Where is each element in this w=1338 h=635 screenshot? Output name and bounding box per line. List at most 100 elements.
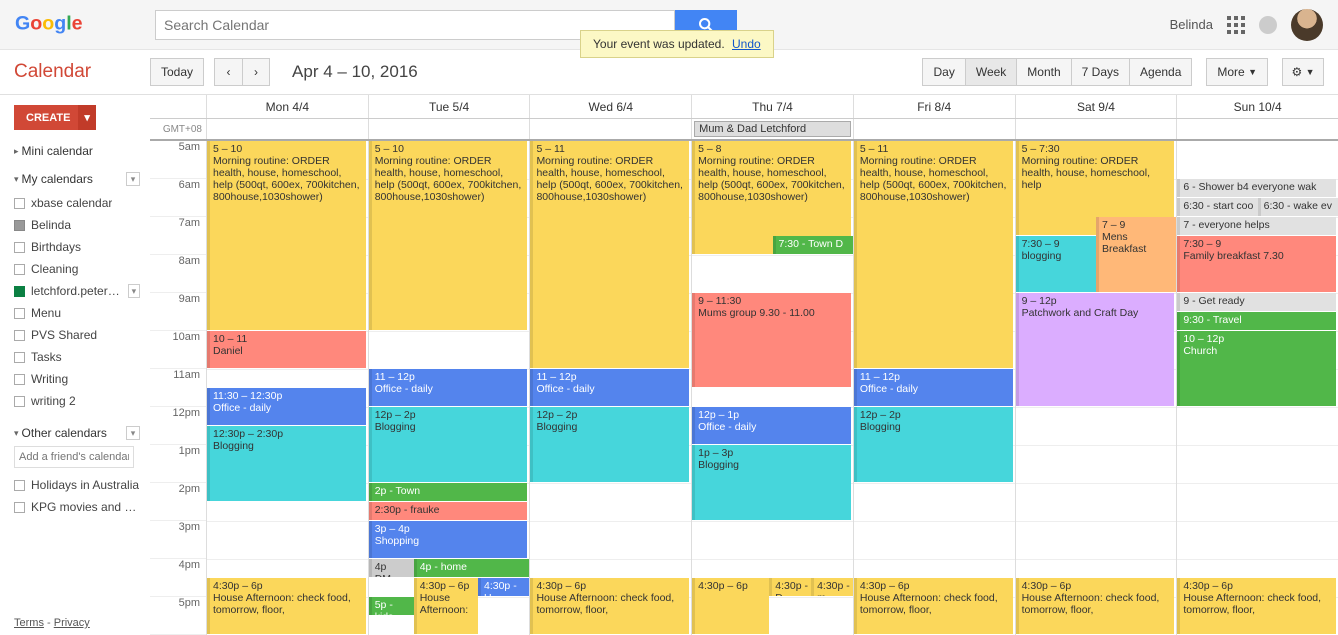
- calendar-event[interactable]: 4:30p – 6pHouse Afternoon: check food, t…: [530, 578, 689, 634]
- calendar-event[interactable]: 11 – 12pOffice - daily: [530, 369, 689, 406]
- today-button[interactable]: Today: [150, 58, 204, 86]
- day-cell[interactable]: 5 – 11Morning routine: ORDER health, hou…: [529, 141, 691, 635]
- calendar-event[interactable]: 4p - home: [414, 559, 530, 577]
- calendar-event[interactable]: 12p – 2pBlogging: [369, 407, 528, 482]
- view-month[interactable]: Month: [1016, 58, 1070, 86]
- calendar-event[interactable]: 2p - Town: [369, 483, 528, 501]
- calendar-checkbox[interactable]: [14, 480, 25, 491]
- calendar-event[interactable]: 7:30 - Town D: [773, 236, 853, 254]
- calendar-event[interactable]: 11:30 – 12:30pOffice - daily: [207, 388, 366, 425]
- calendar-event[interactable]: 5p - kids: [369, 597, 414, 615]
- view-agenda[interactable]: Agenda: [1129, 58, 1192, 86]
- calendar-event[interactable]: 9 – 12pPatchwork and Craft Day: [1016, 293, 1175, 406]
- day-cell[interactable]: 5 – 7:30Morning routine: ORDER health, h…: [1015, 141, 1177, 635]
- allday-cell[interactable]: [529, 119, 691, 139]
- allday-cell[interactable]: [206, 119, 368, 139]
- next-button[interactable]: ›: [242, 58, 270, 86]
- day-cell[interactable]: 5 – 11Morning routine: ORDER health, hou…: [853, 141, 1015, 635]
- day-header[interactable]: Fri 8/4: [853, 95, 1015, 118]
- calendar-event[interactable]: 7 - everyone helps: [1177, 217, 1336, 235]
- day-header[interactable]: Thu 7/4: [691, 95, 853, 118]
- calendar-event[interactable]: 4:30p – 6pHouse Afternoon: check food, t…: [1177, 578, 1336, 634]
- allday-cell[interactable]: [853, 119, 1015, 139]
- settings-button[interactable]: ⚙ ▼: [1282, 58, 1324, 86]
- calendar-event[interactable]: 1p – 3pBlogging: [692, 445, 851, 520]
- calendar-item[interactable]: writing 2: [14, 390, 140, 412]
- calendar-event[interactable]: 7:30 – 9Family breakfast 7.30: [1177, 236, 1336, 292]
- calendar-event[interactable]: 2:30p - frauke: [369, 502, 528, 520]
- allday-cell[interactable]: [1015, 119, 1177, 139]
- day-header[interactable]: Mon 4/4: [206, 95, 368, 118]
- more-button[interactable]: More ▼: [1206, 58, 1268, 86]
- create-button[interactable]: CREATE▾: [14, 105, 96, 130]
- terms-link[interactable]: Terms: [14, 617, 44, 629]
- calendar-event[interactable]: 4:30p - D: [769, 578, 811, 596]
- other-calendars-toggle[interactable]: ▾Other calendars▾: [14, 426, 140, 440]
- dropdown-icon[interactable]: ▾: [126, 172, 140, 186]
- my-calendars-toggle[interactable]: ▾My calendars▾: [14, 172, 140, 186]
- calendar-event[interactable]: 3p – 4pShopping: [369, 521, 528, 558]
- calendar-event[interactable]: 4:30p - U: [478, 578, 529, 596]
- dropdown-icon[interactable]: ▾: [128, 284, 140, 298]
- calendar-checkbox[interactable]: [14, 374, 25, 385]
- calendar-checkbox[interactable]: [14, 330, 25, 341]
- day-header[interactable]: Wed 6/4: [529, 95, 691, 118]
- calendar-item[interactable]: Writing: [14, 368, 140, 390]
- calendar-event[interactable]: 5 – 11Morning routine: ORDER health, hou…: [854, 141, 1013, 368]
- dropdown-icon[interactable]: ▾: [126, 426, 140, 440]
- day-header[interactable]: Sat 9/4: [1015, 95, 1177, 118]
- calendar-event[interactable]: 6:30 - start coo: [1177, 198, 1257, 216]
- calendar-event[interactable]: 7:30 – 9blogging: [1016, 236, 1096, 292]
- avatar[interactable]: [1291, 9, 1323, 41]
- undo-link[interactable]: Undo: [732, 37, 761, 51]
- calendar-checkbox[interactable]: [14, 396, 25, 407]
- apps-icon[interactable]: [1227, 16, 1245, 34]
- google-logo[interactable]: Google: [15, 10, 107, 40]
- calendar-checkbox[interactable]: [14, 198, 25, 209]
- calendar-event[interactable]: 4:30p – 6pHouse Afternoon:: [414, 578, 478, 634]
- view-week[interactable]: Week: [965, 58, 1016, 86]
- notifications-icon[interactable]: [1259, 16, 1277, 34]
- calendar-event[interactable]: 12p – 1pOffice - daily: [692, 407, 851, 444]
- calendar-item[interactable]: xbase calendar: [14, 192, 140, 214]
- calendar-item[interactable]: KPG movies and events: [14, 496, 140, 518]
- allday-cell[interactable]: [1176, 119, 1338, 139]
- add-friend-input[interactable]: [14, 446, 134, 468]
- calendar-event[interactable]: 11 – 12pOffice - daily: [854, 369, 1013, 406]
- calendar-event[interactable]: 4:30p – 6pHouse Afternoon: check food, t…: [1016, 578, 1175, 634]
- day-header[interactable]: Tue 5/4: [368, 95, 530, 118]
- calendar-event[interactable]: 5 – 10Morning routine: ORDER health, hou…: [207, 141, 366, 330]
- day-cell[interactable]: 5 – 8Morning routine: ORDER health, hous…: [691, 141, 853, 635]
- calendar-event[interactable]: 4pDM Dinner: [369, 559, 414, 577]
- calendar-checkbox[interactable]: [14, 352, 25, 363]
- calendar-checkbox[interactable]: [14, 502, 25, 513]
- calendar-event[interactable]: 4:30p – 6pHouse Afternoon: check food, t…: [207, 578, 366, 634]
- prev-button[interactable]: ‹: [214, 58, 242, 86]
- day-cell[interactable]: 6 - Shower b4 everyone wak6:30 - start c…: [1176, 141, 1338, 635]
- calendar-event[interactable]: 10 – 11Daniel: [207, 331, 366, 368]
- calendar-event[interactable]: 11 – 12pOffice - daily: [369, 369, 528, 406]
- calendar-event[interactable]: 12p – 2pBlogging: [854, 407, 1013, 482]
- calendar-item[interactable]: Tasks: [14, 346, 140, 368]
- calendar-checkbox[interactable]: [14, 286, 25, 297]
- calendar-event[interactable]: 9:30 - Travel: [1177, 312, 1336, 330]
- calendar-event[interactable]: 12p – 2pBlogging: [530, 407, 689, 482]
- day-cell[interactable]: 5 – 10Morning routine: ORDER health, hou…: [206, 141, 368, 635]
- calendar-event[interactable]: 12:30p – 2:30pBlogging: [207, 426, 366, 501]
- calendar-event[interactable]: 9 – 11:30Mums group 9.30 - 11.00: [692, 293, 851, 387]
- calendar-event[interactable]: 6 - Shower b4 everyone wak: [1177, 179, 1336, 197]
- calendar-item[interactable]: letchford.peter@gma▾: [14, 280, 140, 302]
- view-7-days[interactable]: 7 Days: [1071, 58, 1129, 86]
- calendar-event[interactable]: 4:30p – 6p: [692, 578, 769, 634]
- day-header[interactable]: Sun 10/4: [1176, 95, 1338, 118]
- calendar-event[interactable]: 9 - Get ready: [1177, 293, 1336, 311]
- calendar-item[interactable]: Holidays in Australia: [14, 474, 140, 496]
- calendar-item[interactable]: Belinda: [14, 214, 140, 236]
- calendar-event[interactable]: 10 – 12pChurch: [1177, 331, 1336, 406]
- calendar-event[interactable]: 5 – 10Morning routine: ORDER health, hou…: [369, 141, 528, 330]
- calendar-item[interactable]: Birthdays: [14, 236, 140, 258]
- calendar-event[interactable]: 7 – 9Mens Breakfast: [1096, 217, 1176, 292]
- privacy-link[interactable]: Privacy: [54, 617, 90, 629]
- calendar-event[interactable]: 6:30 - wake ev: [1258, 198, 1338, 216]
- calendar-checkbox[interactable]: [14, 220, 25, 231]
